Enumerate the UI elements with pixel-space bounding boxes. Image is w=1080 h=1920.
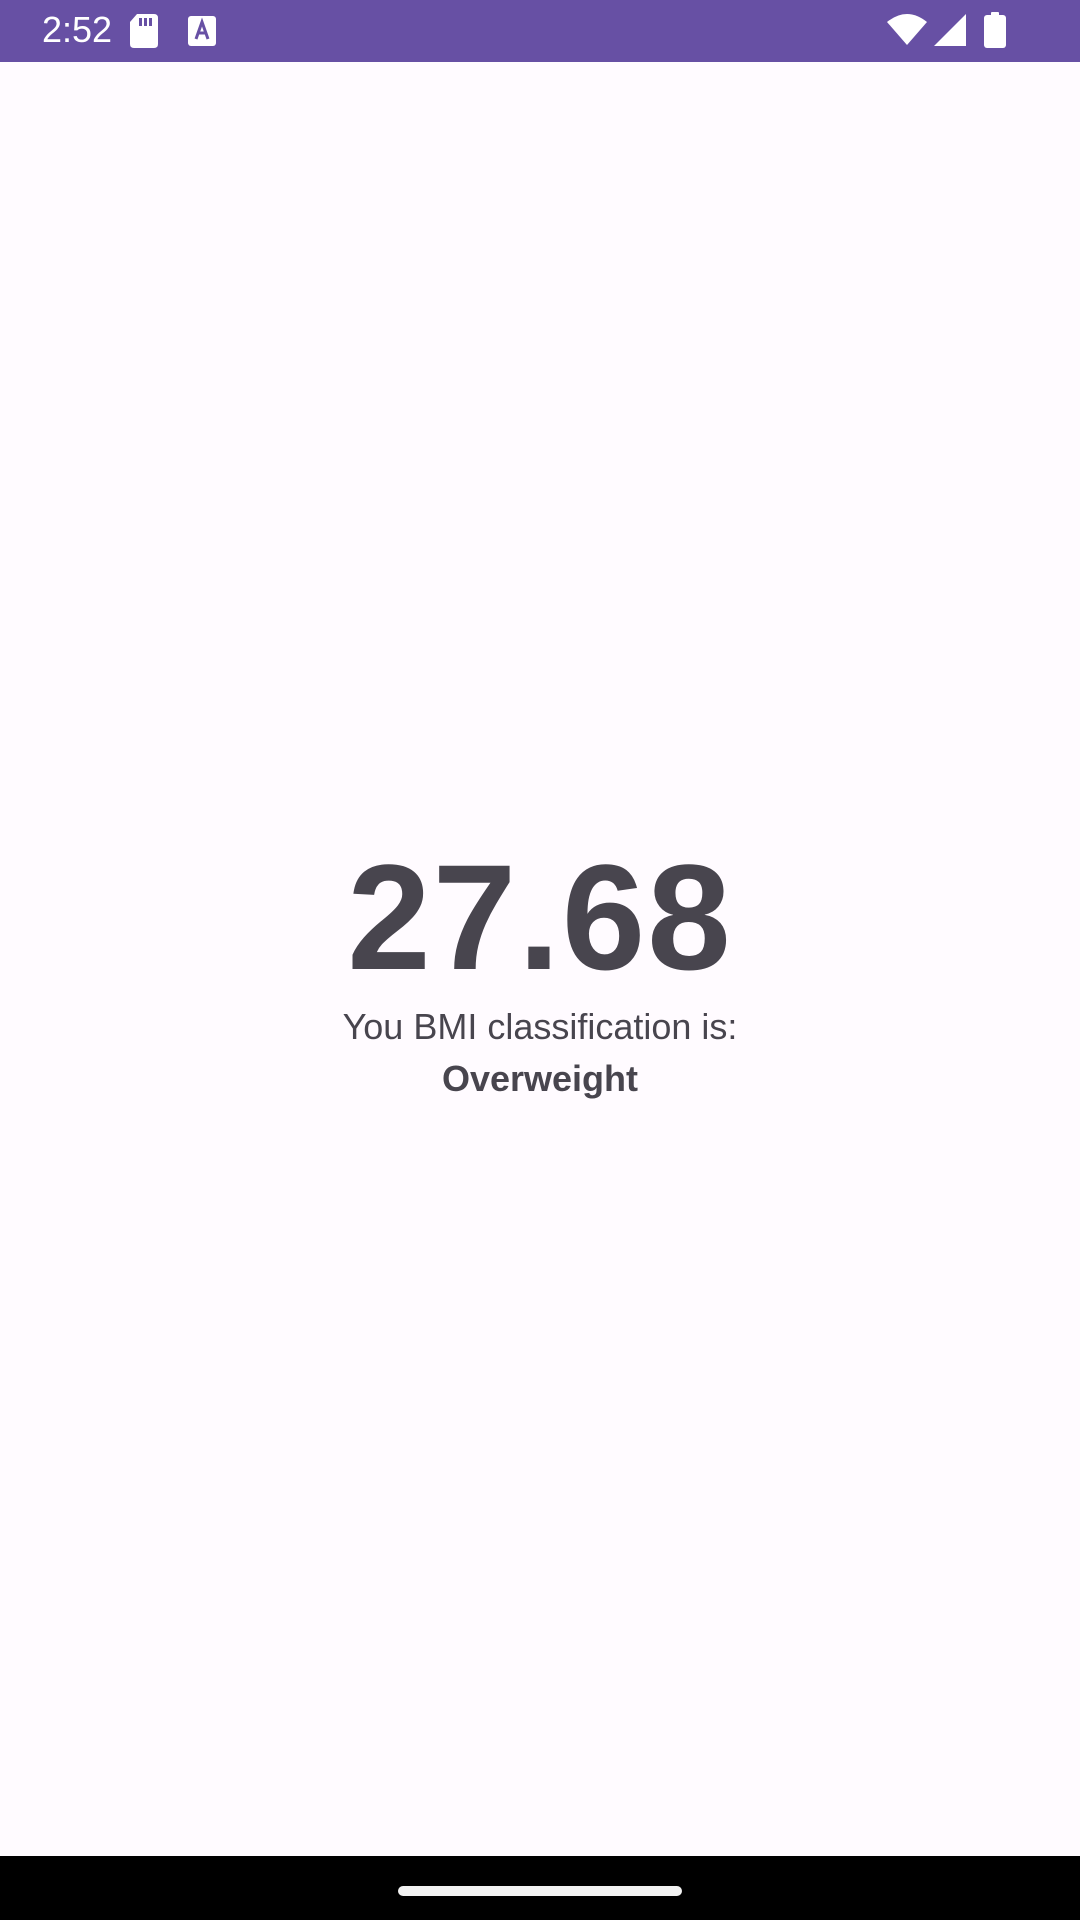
classification-value: Overweight <box>441 1058 639 1099</box>
bmi-value: 27.68 <box>347 833 733 1001</box>
home-indicator[interactable] <box>398 1886 682 1896</box>
classification-label: You BMI classification is: <box>342 1006 738 1047</box>
sd-card-icon <box>130 14 158 48</box>
signal-icon <box>934 14 966 46</box>
navigation-bar <box>0 1856 1080 1920</box>
bmi-result-screen: 27.68 You BMI classification is: Overwei… <box>0 62 1080 1856</box>
status-bar: 2:52 <box>0 0 1080 62</box>
wifi-icon <box>887 14 927 45</box>
a-icon <box>188 16 216 46</box>
status-time: 2:52 <box>42 9 113 50</box>
battery-icon <box>984 12 1006 48</box>
